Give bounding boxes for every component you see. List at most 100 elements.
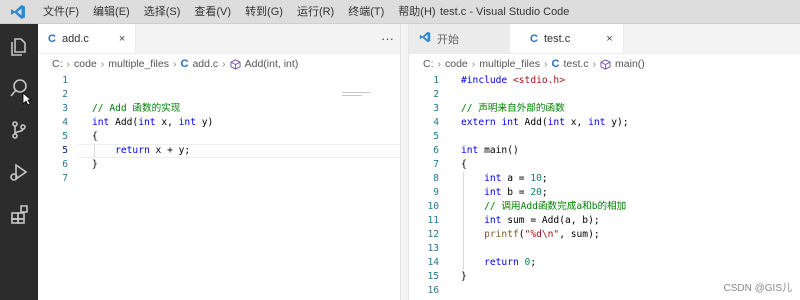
breadcrumb-item[interactable]: C: [423, 58, 434, 70]
code-line[interactable]: 4 int Add(int x, int y) [38, 116, 400, 130]
line-number: 2 [433, 89, 439, 100]
code-text: int main() [461, 145, 519, 156]
line-number: 11 [427, 215, 439, 226]
code-line[interactable]: 3 // Add 函数的实现 [38, 102, 400, 116]
line-number: 15 [427, 271, 439, 282]
tab-test-c[interactable]: C test.c × [510, 24, 624, 53]
source-control-icon[interactable] [0, 112, 38, 148]
menu-item[interactable]: 终端(T) [341, 0, 391, 24]
code-line[interactable]: 2 [409, 88, 800, 102]
breadcrumb-item[interactable]: Add(int, int) [245, 58, 299, 70]
breadcrumb-item[interactable]: test.c [563, 58, 588, 70]
breadcrumb-item[interactable]: main() [615, 58, 645, 70]
chevron-right-icon: › [471, 58, 476, 70]
line-number: 13 [427, 243, 439, 254]
line-number: 6 [62, 159, 68, 170]
code-line[interactable]: 14 return 0; [409, 256, 800, 270]
menu-item[interactable]: 编辑(E) [86, 0, 137, 24]
left-code-area[interactable]: 1 2 3// Add 函数的实现 4 int Add(int x, int y) 5{5… [38, 74, 400, 186]
code-line[interactable]: 9 int b = 20; [409, 186, 800, 200]
code-line[interactable]: 12 printf("%d\n", sum); [409, 228, 800, 242]
code-text: extern int Add(int x, int y); [461, 117, 629, 128]
watermark: CSDN @GIS儿 [723, 283, 793, 294]
code-line[interactable]: 3 // 声明来自外部的函数 [409, 102, 800, 116]
line-number: 8 [433, 173, 439, 184]
code-text: #include <stdio.h> [461, 75, 565, 86]
right-tab-bar: 开始 C test.c × [409, 24, 800, 54]
code-line[interactable]: 5{ [38, 130, 400, 144]
code-line[interactable]: 4 extern int Add(int x, int y); [409, 116, 800, 130]
code-line[interactable]: 10 // 调用Add函数完成a和b的相加 [409, 200, 800, 214]
extensions-icon[interactable] [0, 196, 38, 232]
c-file-icon: C [180, 58, 189, 70]
tab-label: 开始 [437, 33, 459, 46]
activity-bar [0, 24, 38, 300]
breadcrumb-item[interactable]: C: [52, 58, 63, 70]
line-number: 16 [427, 285, 439, 296]
c-file-icon: C [48, 32, 56, 45]
right-code-area[interactable]: 1 #include <stdio.h> 2 3 // 声明来自外部的函数 4 extern… [409, 74, 800, 298]
code-line[interactable]: 11 int sum = Add(a, b); [409, 214, 800, 228]
vscode-logo-icon [419, 31, 431, 46]
code-text: return 0; [484, 257, 537, 268]
more-actions-icon[interactable]: ··· [381, 24, 394, 54]
breadcrumb-item[interactable]: multiple_files [479, 58, 540, 70]
chevron-right-icon: › [592, 58, 597, 70]
line-number: 2 [62, 89, 68, 100]
breadcrumb-item[interactable]: add.c [192, 58, 218, 70]
code-line[interactable]: 1 [38, 74, 400, 88]
code-line[interactable]: 6 int main() [409, 144, 800, 158]
mouse-cursor-icon [22, 92, 33, 111]
breadcrumb-item[interactable]: multiple_files [108, 58, 169, 70]
c-file-icon: C [530, 32, 538, 45]
code-text: } [92, 159, 98, 170]
right-editor-group: 开始 C test.c × C: › code › multiple_files › Cte… [409, 24, 800, 300]
line-number: 5 [62, 131, 68, 142]
line-number: 1 [62, 75, 68, 86]
menu-item[interactable]: 选择(S) [137, 0, 188, 24]
breadcrumb-item[interactable]: code [74, 58, 97, 70]
menu-bar: 文件(F) 编辑(E) 选择(S) 查看(V) 转到(G) 运行(R) 终端(T) 帮助(H) [36, 0, 443, 24]
line-number: 3 [62, 103, 68, 114]
chevron-right-icon: › [66, 58, 71, 70]
line-number: 1 [433, 75, 439, 86]
code-text: // Add 函数的实现 [92, 103, 181, 114]
breadcrumb: C: › code › multiple_files › Ctest.c › main() [409, 54, 800, 74]
menu-item[interactable]: 文件(F) [36, 0, 86, 24]
code-line[interactable]: 5 [409, 130, 800, 144]
line-number: 3 [433, 103, 439, 114]
code-line[interactable]: 7 [38, 172, 400, 186]
chevron-right-icon: › [222, 58, 226, 70]
close-icon[interactable]: × [119, 33, 125, 45]
indent-guide [463, 172, 464, 270]
line-number: 9 [433, 187, 439, 198]
minimap[interactable] [342, 92, 370, 102]
chevron-right-icon: › [543, 58, 548, 70]
code-text: { [92, 131, 98, 142]
menu-item[interactable]: 帮助(H) [391, 0, 442, 24]
search-icon[interactable] [0, 70, 38, 106]
editor-split-divider[interactable] [400, 24, 409, 300]
menu-item[interactable]: 查看(V) [187, 0, 238, 24]
code-text: printf("%d\n", sum); [484, 229, 600, 240]
code-text: } [461, 271, 467, 282]
code-text: // 调用Add函数完成a和b的相加 [484, 201, 627, 212]
close-icon[interactable]: × [606, 33, 612, 45]
code-line[interactable]: 8 int a = 10; [409, 172, 800, 186]
current-line-highlight [78, 144, 400, 158]
breadcrumb: C: › code › multiple_files › Cadd.c › Add(int, i… [38, 54, 400, 74]
line-number: 7 [62, 173, 68, 184]
code-line[interactable]: 13 [409, 242, 800, 256]
menu-item[interactable]: 转到(G) [238, 0, 290, 24]
code-text: { [461, 159, 467, 170]
code-line[interactable]: 1 #include <stdio.h> [409, 74, 800, 88]
code-line[interactable]: 7{ [409, 158, 800, 172]
run-debug-icon[interactable] [0, 154, 38, 190]
breadcrumb-item[interactable]: code [445, 58, 468, 70]
files-icon[interactable] [0, 28, 38, 64]
line-number: 14 [427, 257, 439, 268]
code-line[interactable]: 6} [38, 158, 400, 172]
tab-add-c[interactable]: C add.c × [38, 24, 137, 53]
menu-item[interactable]: 运行(R) [290, 0, 341, 24]
tab-welcome[interactable]: 开始 [409, 24, 510, 53]
